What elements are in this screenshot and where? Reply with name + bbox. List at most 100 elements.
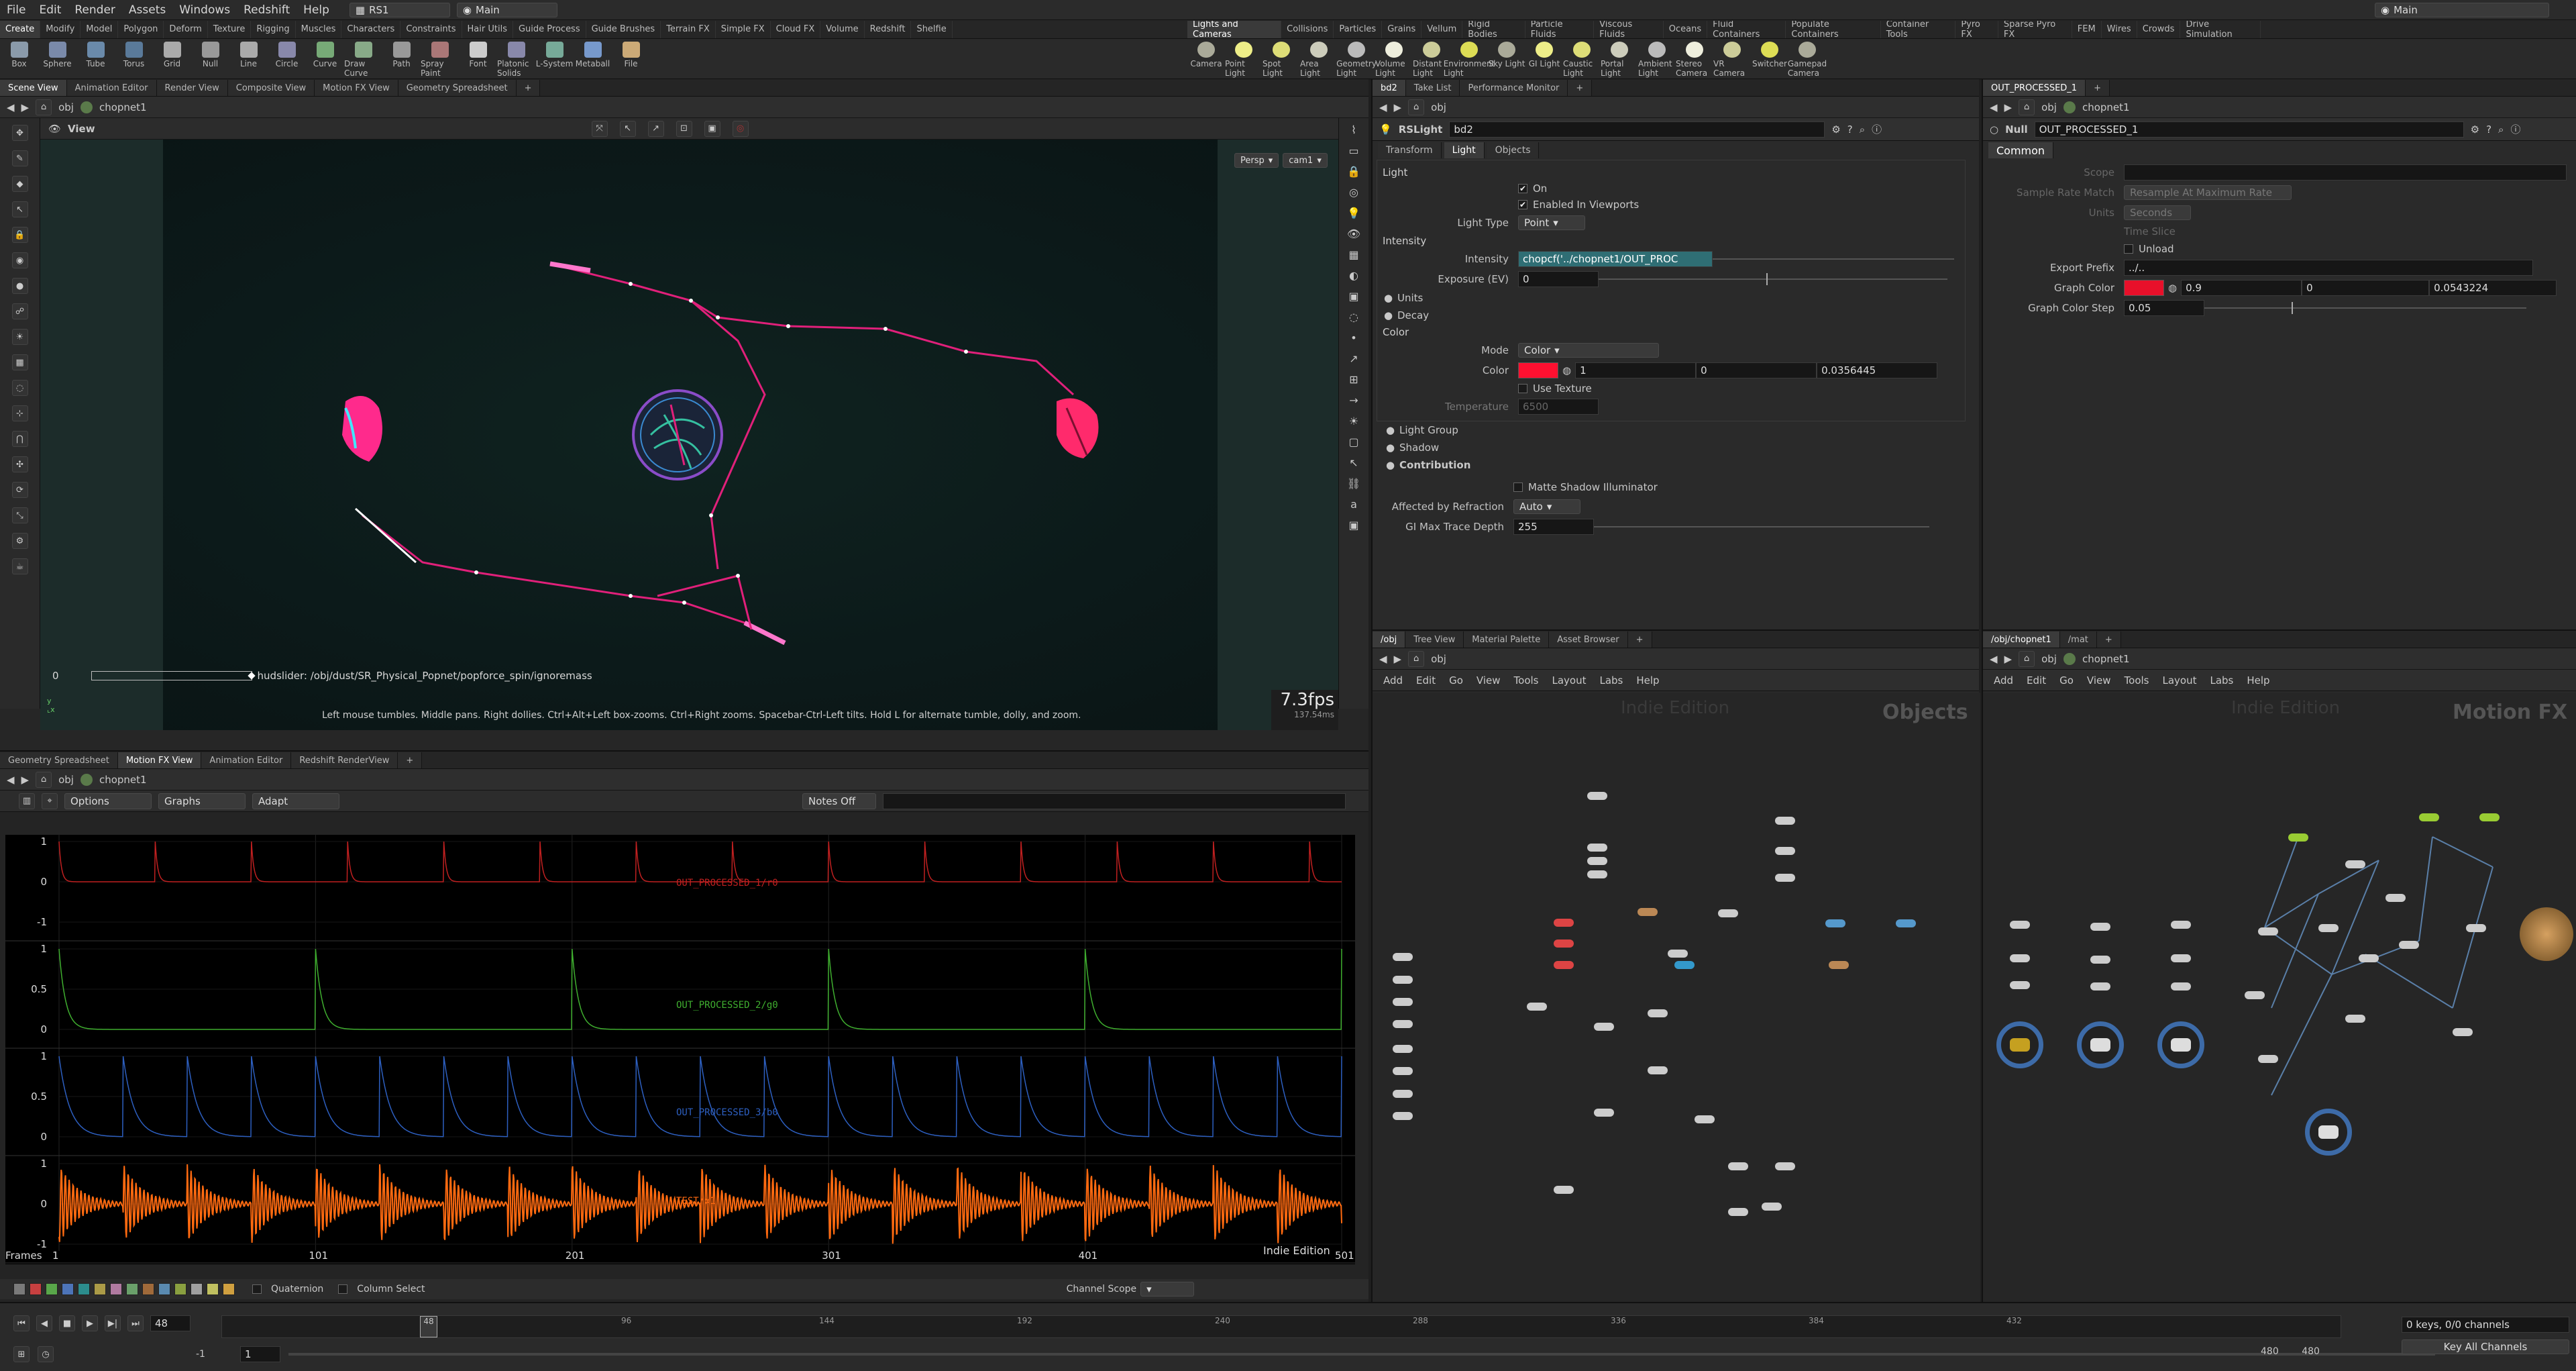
add-tab-button-4[interactable]: + — [2086, 80, 2110, 96]
color-picker-icon[interactable]: ◍ — [2168, 282, 2177, 294]
pin-icon[interactable]: ⌂ — [1408, 650, 1425, 667]
chop-node[interactable] — [2318, 924, 2339, 932]
shelf-tab-populate-containers[interactable]: Populate Containers — [1786, 20, 1881, 38]
tab-geometry-spreadsheet[interactable]: Geometry Spreadsheet — [398, 80, 517, 96]
range-icon[interactable]: ⊞ — [13, 1346, 30, 1362]
path-chopnet-4[interactable]: chopnet1 — [2082, 101, 2130, 113]
shelf-tab-volume[interactable]: Volume — [820, 20, 865, 38]
uv-icon[interactable]: ⊞ — [1349, 373, 1358, 386]
menu-render[interactable]: Render — [68, 3, 122, 17]
light-icon[interactable]: ☀ — [11, 329, 28, 345]
obj-node[interactable] — [1718, 909, 1738, 917]
tab-mat[interactable]: /mat — [2059, 631, 2097, 648]
jump-start-icon[interactable]: ⏮ — [13, 1315, 30, 1331]
intensity-slider[interactable] — [1713, 258, 1954, 260]
light-color-swatch[interactable] — [1518, 362, 1558, 378]
forward-icon[interactable]: ▶ — [21, 774, 30, 786]
chop-node[interactable] — [2090, 956, 2110, 964]
tool-spot-light[interactable]: Spot Light — [1263, 39, 1300, 78]
stop-icon[interactable]: ■ — [59, 1315, 75, 1331]
tab-render-view[interactable]: Render View — [156, 80, 228, 96]
shelf-tab-guide-process[interactable]: Guide Process — [513, 20, 586, 38]
tab-animation-editor[interactable]: Animation Editor — [66, 80, 157, 96]
channel-swatch[interactable] — [191, 1283, 203, 1295]
net-menu-add[interactable]: Add — [1383, 674, 1403, 687]
color-picker-icon[interactable]: ◍ — [1562, 364, 1571, 376]
obj-node[interactable] — [1393, 998, 1413, 1006]
forward-icon[interactable]: ▶ — [2004, 101, 2012, 113]
gear-icon[interactable]: ⚙ — [1831, 123, 1840, 136]
tool-spray-paint[interactable]: Spray Paint — [421, 39, 459, 78]
notes-field[interactable] — [883, 793, 1346, 809]
camera-icon[interactable]: ◎ — [1349, 186, 1358, 199]
tool-platonic-solids[interactable]: Platonic Solids — [497, 39, 535, 78]
net-menu-layout[interactable]: Layout — [1552, 674, 1586, 687]
obj-node[interactable] — [1587, 870, 1607, 878]
obj-node[interactable] — [1554, 919, 1574, 927]
tool-gi-light[interactable]: GI Light — [1525, 39, 1563, 68]
chop-node[interactable] — [2258, 1055, 2278, 1063]
subtab-light[interactable]: Light — [1444, 142, 1485, 158]
obj-node[interactable] — [1393, 1112, 1413, 1120]
tool-line[interactable]: Line — [229, 39, 268, 68]
playhead[interactable]: 48 — [420, 1316, 437, 1337]
path-chopnet-6[interactable]: chopnet1 — [2082, 653, 2130, 665]
obj-node[interactable] — [1587, 792, 1607, 800]
shelf-tab-polygon[interactable]: Polygon — [118, 20, 164, 38]
shelf-tab-fem[interactable]: FEM — [2072, 20, 2102, 38]
subtab-transform[interactable]: Transform — [1378, 142, 1442, 158]
chop-node[interactable] — [2010, 954, 2030, 962]
obj-node[interactable] — [1775, 847, 1795, 855]
snap-icon[interactable]: ⊹ — [11, 405, 28, 421]
pin-icon[interactable]: ⌂ — [1408, 99, 1425, 115]
display-icon[interactable]: ▭ — [1348, 144, 1358, 157]
pin-icon[interactable]: ⌂ — [2019, 99, 2035, 115]
ghost-icon[interactable]: ◌ — [1349, 311, 1358, 323]
search-icon[interactable]: ⌕ — [1860, 123, 1865, 136]
paint-icon[interactable]: ✎ — [11, 150, 28, 166]
node-name-field[interactable]: bd2 — [1449, 121, 1825, 138]
info-icon[interactable]: ⓘ — [2510, 122, 2520, 136]
lock-icon[interactable]: 🔒 — [1347, 165, 1360, 178]
net-menu-tools[interactable]: Tools — [2125, 674, 2149, 687]
shelf-tab-muscles[interactable]: Muscles — [296, 20, 342, 38]
obj-node[interactable] — [1393, 1090, 1413, 1098]
lasso-icon[interactable]: ◌ — [11, 380, 28, 396]
shelf-tab-oceans[interactable]: Oceans — [1664, 20, 1708, 38]
shelf-tab-constraints[interactable]: Constraints — [400, 20, 462, 38]
vector-icon[interactable]: → — [1349, 394, 1358, 407]
net-menu-labs[interactable]: Labs — [2210, 674, 2233, 687]
menu-file[interactable]: File — [0, 3, 32, 17]
record-icon[interactable]: ◎ — [732, 120, 749, 137]
back-icon[interactable]: ◀ — [7, 101, 15, 113]
obj-node[interactable] — [1393, 953, 1413, 961]
snap-icon[interactable]: ⤧ — [591, 120, 608, 137]
obj-node[interactable] — [1825, 919, 1845, 927]
channel-scope-menu[interactable]: ▾ — [1140, 1282, 1195, 1297]
color-b-field[interactable]: 0.0356445 — [1817, 362, 1938, 378]
obj-node[interactable] — [1554, 940, 1574, 948]
obj-node[interactable] — [1695, 1115, 1715, 1123]
path-chopnet[interactable]: chopnet1 — [99, 101, 147, 113]
selected-node[interactable] — [2520, 907, 2573, 961]
net-menu-add[interactable]: Add — [1994, 674, 2013, 687]
menu-help[interactable]: Help — [297, 3, 336, 17]
channel-swatch[interactable] — [174, 1283, 186, 1295]
forward-icon[interactable]: ▶ — [21, 101, 30, 113]
exposure-field[interactable]: 0 — [1518, 271, 1599, 287]
tab-redshift-renderview[interactable]: Redshift RenderView — [291, 752, 398, 768]
hud-slider-handle[interactable] — [247, 672, 256, 680]
gc-g-field[interactable]: 0 — [2302, 280, 2430, 296]
chop-node[interactable] — [2288, 833, 2308, 842]
light-type-menu[interactable]: Point ▾ — [1518, 215, 1585, 230]
tool-torus[interactable]: Torus — [115, 39, 153, 68]
channel-swatch[interactable] — [30, 1283, 42, 1295]
chop-node[interactable] — [2171, 921, 2191, 929]
step-back-icon[interactable]: ◀ — [36, 1315, 52, 1331]
shelf-tab-create[interactable]: Create — [0, 20, 41, 38]
object-mode-icon[interactable]: ↗ — [647, 120, 664, 137]
select-mode-icon[interactable]: ↖ — [619, 120, 636, 137]
chop-node[interactable] — [2345, 860, 2365, 868]
shelf-tab-lights-and-cameras[interactable]: Lights and Cameras — [1187, 20, 1282, 38]
obj-node[interactable] — [1668, 950, 1688, 958]
